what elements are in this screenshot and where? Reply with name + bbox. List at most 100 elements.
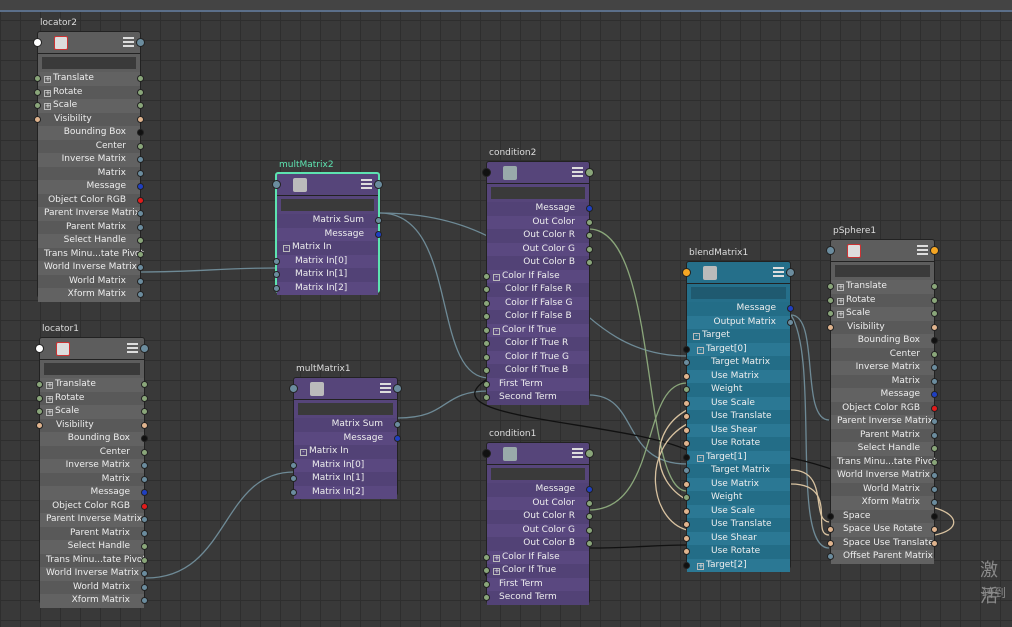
attr-port[interactable] — [137, 277, 144, 285]
attr-port[interactable] — [141, 570, 148, 577]
attr-row[interactable]: Bounding Box — [38, 126, 144, 140]
attr-port[interactable] — [827, 526, 834, 533]
attr-row[interactable]: Matrix In[0] — [273, 254, 378, 268]
expand-icon[interactable]: + — [44, 89, 51, 97]
expand-icon[interactable]: + — [46, 382, 53, 389]
attr-row[interactable]: Matrix — [40, 472, 148, 486]
attr-row[interactable]: Message — [277, 227, 382, 241]
attr-port[interactable] — [273, 257, 280, 265]
attr-row[interactable]: - Matrix In — [294, 445, 397, 459]
attr-row[interactable]: Matrix In[1] — [290, 472, 397, 486]
attr-row[interactable]: Use Scale — [683, 396, 790, 410]
menu-icon[interactable] — [572, 448, 583, 458]
attr-row[interactable]: Inverse Matrix — [831, 361, 938, 375]
attr-row[interactable]: - Color If False — [483, 269, 589, 283]
attr-port[interactable] — [290, 461, 297, 469]
attr-row[interactable]: Out Color G — [487, 523, 593, 537]
attr-port[interactable] — [141, 448, 148, 456]
menu-icon[interactable] — [917, 245, 928, 255]
attr-port[interactable] — [827, 310, 834, 317]
expand-icon[interactable]: + — [493, 554, 500, 562]
attr-port[interactable] — [483, 313, 490, 320]
attr-port[interactable] — [683, 480, 690, 488]
attr-row[interactable]: - Target[0] — [683, 342, 790, 356]
attr-row[interactable]: Color If False B — [483, 310, 589, 324]
node-right-plug[interactable] — [585, 449, 594, 458]
collapse-icon[interactable]: - — [300, 449, 307, 456]
attr-port[interactable] — [683, 507, 690, 515]
attr-port[interactable] — [683, 453, 690, 461]
attr-row[interactable]: Use Translate — [683, 518, 790, 532]
attr-port[interactable] — [683, 399, 690, 407]
attr-row[interactable]: Out Color B — [487, 537, 593, 551]
attr-port[interactable] — [931, 404, 938, 412]
collapse-icon[interactable]: - — [493, 327, 500, 335]
attr-port[interactable] — [141, 516, 148, 523]
attr-row[interactable]: Visibility — [827, 320, 938, 334]
attr-port[interactable] — [827, 539, 834, 547]
attr-port[interactable] — [931, 350, 938, 358]
attr-row[interactable]: Object Color RGB — [40, 499, 148, 513]
attr-port[interactable] — [141, 529, 148, 537]
node-locator2[interactable]: locator2 + Translate + Rotate + Scale Visib… — [33, 18, 145, 302]
attr-port[interactable] — [483, 394, 490, 401]
attr-port[interactable] — [34, 88, 41, 96]
attr-port[interactable] — [483, 353, 490, 361]
attr-port[interactable] — [483, 367, 490, 374]
attr-row[interactable]: Color If False R — [483, 283, 589, 297]
attr-port[interactable] — [931, 391, 938, 398]
attr-port[interactable] — [683, 440, 690, 447]
attr-row[interactable]: + Translate — [36, 378, 148, 392]
attr-row[interactable]: Parent Matrix — [38, 220, 144, 234]
attr-port[interactable] — [141, 381, 148, 388]
attr-port[interactable] — [36, 394, 43, 402]
attr-row[interactable]: Parent Inverse Matrix — [38, 207, 144, 221]
expand-icon[interactable]: + — [44, 76, 51, 83]
attr-port[interactable] — [483, 272, 490, 280]
attr-port[interactable] — [394, 434, 401, 442]
attr-port[interactable] — [394, 421, 401, 428]
node-condition2[interactable]: condition2 Message Out Color Out Color R… — [482, 148, 594, 405]
collapse-icon[interactable]: - — [493, 273, 500, 281]
attr-row[interactable]: + Scale — [34, 99, 144, 113]
attr-row[interactable]: Trans Minu...tate Pivot — [40, 553, 148, 567]
attr-port[interactable] — [137, 196, 144, 204]
attr-row[interactable]: Select Handle — [40, 540, 148, 554]
collapse-icon[interactable]: - — [697, 346, 704, 354]
attr-port[interactable] — [137, 142, 144, 150]
attr-row[interactable]: + Color If False — [483, 550, 589, 564]
expand-icon[interactable]: + — [46, 409, 53, 416]
attr-port[interactable] — [137, 88, 144, 96]
attr-row[interactable]: Space Use Rotate — [827, 523, 938, 537]
attr-row[interactable]: Offset Parent Matrix — [827, 550, 934, 564]
attr-row[interactable]: - Color If True — [483, 323, 589, 337]
attr-row[interactable]: World Inverse Matrix — [40, 567, 148, 581]
attr-port[interactable] — [137, 291, 144, 298]
port[interactable] — [34, 75, 41, 82]
attr-port[interactable] — [586, 526, 593, 534]
attr-port[interactable] — [137, 115, 144, 123]
attr-port[interactable] — [586, 259, 593, 266]
attr-row[interactable]: + Translate — [827, 280, 938, 294]
attr-port[interactable] — [137, 210, 144, 217]
attr-port[interactable] — [931, 485, 938, 493]
node-blendmatrix1[interactable]: blendMatrix1 Message Output Matrix - Targ… — [682, 248, 795, 572]
attr-row[interactable]: Parent Inverse Matrix — [40, 513, 148, 527]
attr-port[interactable] — [683, 494, 690, 501]
attr-row[interactable]: World Matrix — [38, 274, 144, 288]
attr-port[interactable] — [931, 512, 938, 520]
attr-row[interactable]: Trans Minu...tate Pivot — [831, 455, 938, 469]
attr-row[interactable]: Matrix Sum — [294, 418, 401, 432]
node-multmatrix1[interactable]: multMatrix1 Matrix Sum Message - Matrix I… — [289, 364, 402, 499]
attr-port[interactable] — [586, 499, 593, 507]
attr-port[interactable] — [141, 435, 148, 442]
attr-row[interactable]: Matrix In[1] — [273, 268, 378, 282]
attr-port[interactable] — [787, 318, 794, 326]
attr-port[interactable] — [34, 115, 41, 123]
attr-port[interactable] — [137, 237, 144, 244]
attr-port[interactable] — [931, 310, 938, 317]
attr-row[interactable]: Inverse Matrix — [38, 153, 144, 167]
attr-row[interactable]: Weight — [683, 491, 790, 505]
attr-row[interactable]: Object Color RGB — [38, 193, 144, 207]
attr-port[interactable] — [827, 553, 834, 560]
